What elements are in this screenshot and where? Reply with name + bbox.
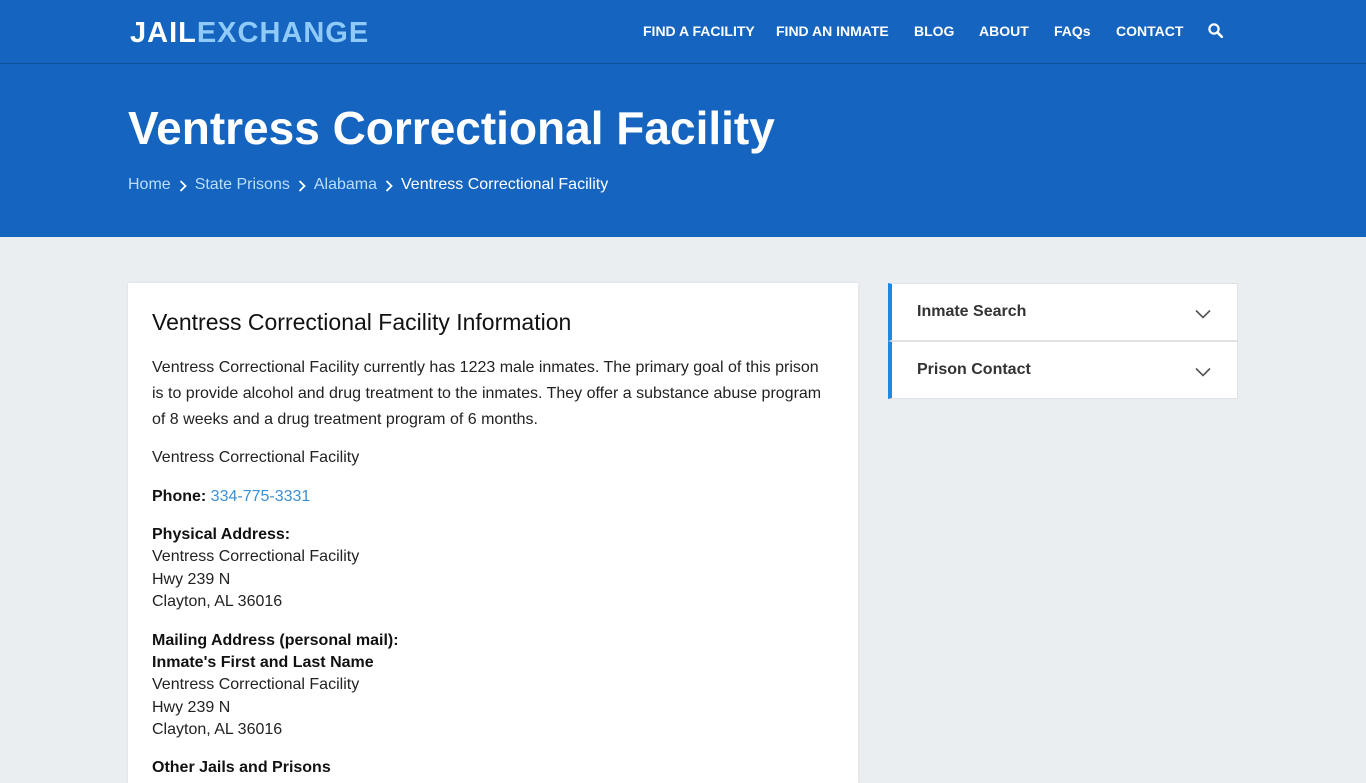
facility-description: Ventress Correctional Facility currently… bbox=[152, 359, 822, 428]
mailing-address-line: Ventress Correctional Facility bbox=[152, 676, 360, 693]
hero-banner: Ventress Correctional Facility Home Stat… bbox=[0, 64, 1366, 237]
chevron-down-icon bbox=[1195, 306, 1211, 324]
site-logo[interactable]: JAILEXCHANGE bbox=[130, 17, 369, 49]
page-title: Ventress Correctional Facility bbox=[128, 102, 775, 154]
mailing-inmate-name: Inmate's First and Last Name bbox=[152, 654, 374, 671]
chevron-right-icon bbox=[290, 177, 314, 193]
nav-contact[interactable]: CONTACT bbox=[1116, 23, 1183, 39]
logo-text-exchange: EXCHANGE bbox=[196, 17, 370, 49]
physical-address-line: Clayton, AL 36016 bbox=[152, 593, 283, 610]
nav-faqs[interactable]: FAQs bbox=[1054, 23, 1091, 39]
breadcrumb-home[interactable]: Home bbox=[128, 176, 171, 194]
phone-row: Phone: 334-775-3331 bbox=[152, 486, 310, 508]
breadcrumb-alabama[interactable]: Alabama bbox=[314, 176, 377, 194]
inmate-search-accordion[interactable]: Inmate Search bbox=[888, 283, 1238, 341]
nav-about[interactable]: ABOUT bbox=[979, 23, 1029, 39]
chevron-right-icon bbox=[377, 177, 401, 193]
chevron-down-icon bbox=[1195, 364, 1211, 382]
accordion-label: Inmate Search bbox=[917, 303, 1027, 320]
chevron-right-icon bbox=[171, 177, 195, 193]
physical-address-line: Ventress Correctional Facility bbox=[152, 548, 360, 565]
phone-link[interactable]: 334-775-3331 bbox=[211, 488, 311, 505]
card-title: Ventress Correctional Facility Informati… bbox=[152, 309, 572, 335]
breadcrumb-current: Ventress Correctional Facility bbox=[401, 176, 609, 193]
physical-address-line: Hwy 239 N bbox=[152, 571, 231, 588]
top-navigation-bar: JAILEXCHANGE FIND A FACILITY FIND AN INM… bbox=[0, 0, 1366, 64]
logo-text-jail: JAIL bbox=[130, 17, 197, 49]
phone-label: Phone: bbox=[152, 488, 207, 505]
nav-find-an-inmate[interactable]: FIND AN INMATE bbox=[776, 23, 889, 39]
mailing-address-line: Clayton, AL 36016 bbox=[152, 721, 283, 738]
breadcrumb: Home State Prisons Alabama Ventress Corr… bbox=[128, 175, 608, 195]
search-icon[interactable] bbox=[1208, 23, 1224, 39]
mailing-address-label: Mailing Address (personal mail): bbox=[152, 632, 399, 649]
physical-address-label: Physical Address: bbox=[152, 526, 291, 543]
breadcrumb-state-prisons[interactable]: State Prisons bbox=[195, 176, 290, 194]
nav-blog[interactable]: BLOG bbox=[914, 23, 954, 39]
facility-name: Ventress Correctional Facility bbox=[152, 449, 360, 466]
nav-find-a-facility[interactable]: FIND A FACILITY bbox=[643, 23, 755, 39]
other-jails-heading: Other Jails and Prisons bbox=[152, 759, 331, 776]
facility-info-card: Ventress Correctional Facility Informati… bbox=[128, 283, 858, 783]
accordion-label: Prison Contact bbox=[917, 361, 1031, 378]
prison-contact-accordion[interactable]: Prison Contact bbox=[888, 341, 1238, 399]
mailing-address-line: Hwy 239 N bbox=[152, 699, 231, 716]
